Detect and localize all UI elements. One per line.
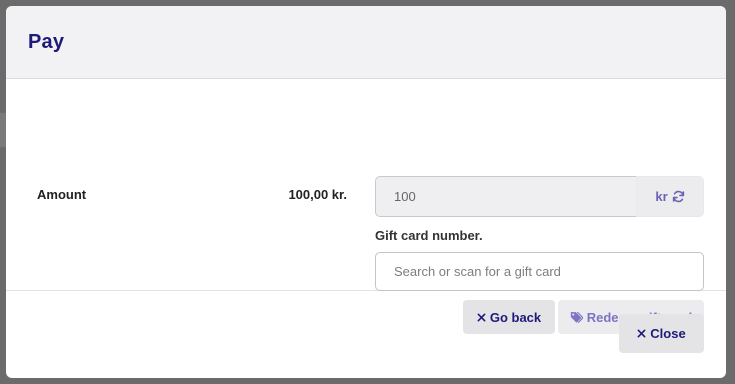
gift-card-search-input[interactable] [375, 252, 704, 291]
amount-label: Amount [37, 187, 87, 202]
refresh-icon [672, 190, 685, 203]
currency-label: kr [655, 189, 668, 204]
modal-body: Amount 100,00 kr. kr Gift card number. [6, 79, 726, 334]
close-label: Close [650, 326, 686, 341]
pay-modal: Pay Amount 100,00 kr. kr Gift card numbe… [6, 6, 726, 378]
amount-input-group: kr [375, 176, 704, 217]
modal-footer: Close [6, 291, 726, 378]
amount-value: 100,00 kr. [288, 187, 347, 202]
modal-title: Pay [28, 30, 65, 53]
close-icon [637, 329, 646, 338]
modal-header: Pay [6, 6, 726, 79]
gift-card-label: Gift card number. [375, 228, 483, 243]
amount-input[interactable] [375, 176, 636, 217]
currency-refresh-button[interactable]: kr [636, 176, 704, 217]
close-button[interactable]: Close [619, 314, 704, 353]
